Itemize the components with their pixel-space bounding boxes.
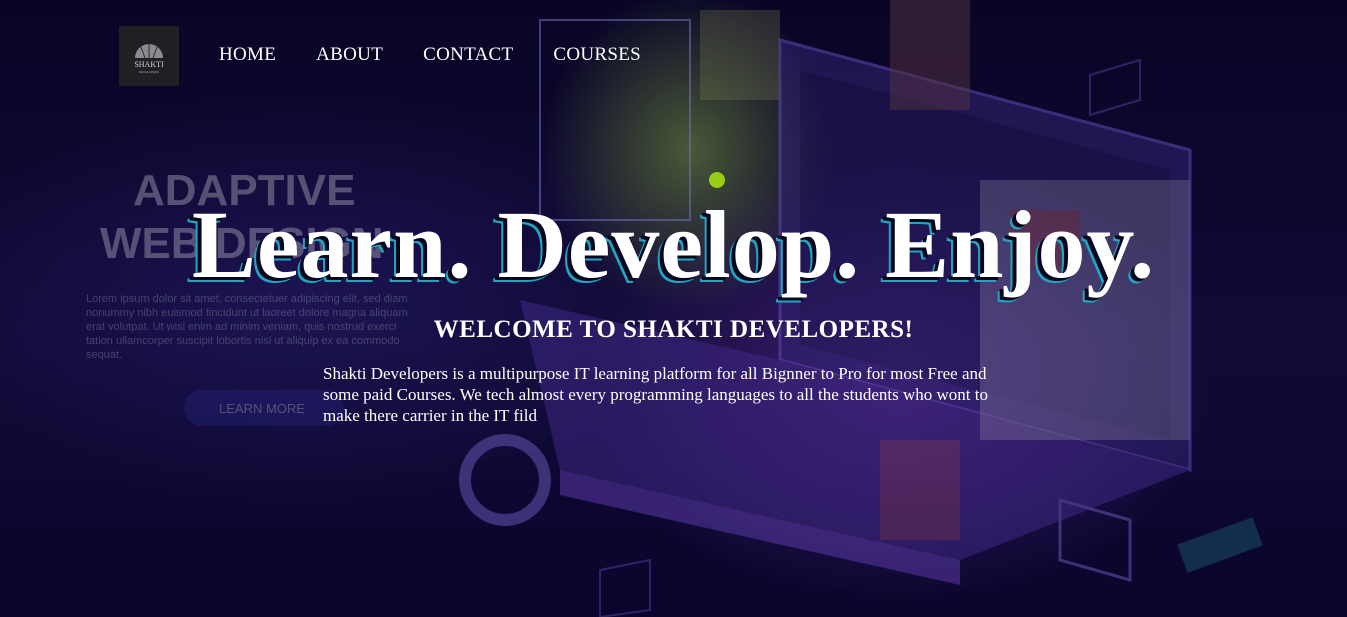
logo-subtext: DEVELOPERS [139,70,159,74]
accent-dot [709,172,725,188]
main-nav: HOME ABOUT CONTACT COURSES [219,44,641,66]
nav-item-home[interactable]: HOME [219,44,276,66]
brand-logo[interactable]: SHAKTI DEVELOPERS [119,26,179,86]
nav-item-about[interactable]: ABOUT [316,44,383,66]
hero-headline: Learn. Develop. Enjoy. [191,191,1156,298]
hero-overlay [0,0,1347,617]
logo-text: SHAKTI [134,60,164,69]
nav-item-contact[interactable]: CONTACT [423,44,513,66]
welcome-heading: WELCOME TO SHAKTI DEVELOPERS! [433,316,914,343]
hero-description: Shakti Developers is a multipurpose IT l… [323,364,988,425]
nav-item-courses[interactable]: COURSES [553,44,641,66]
logo-emblem-icon: SHAKTI DEVELOPERS [134,44,164,74]
